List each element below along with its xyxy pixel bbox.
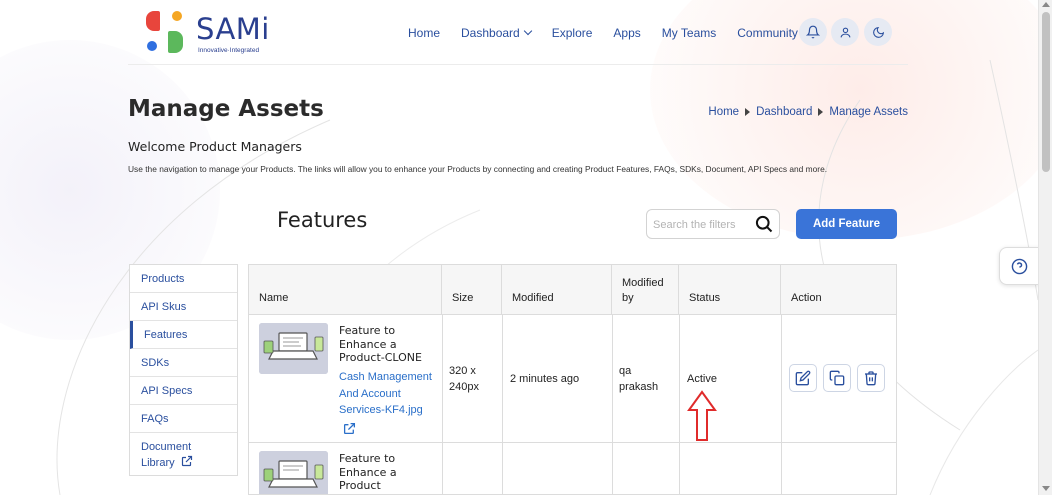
scroll-down-icon[interactable] — [1042, 486, 1050, 491]
nav-community-label: Community — [737, 25, 798, 40]
sidebar-item-label: FAQs — [141, 412, 169, 425]
external-link-icon — [181, 455, 192, 467]
user-icon — [840, 27, 850, 37]
page-title: Manage Assets — [128, 96, 324, 122]
feature-thumbnail — [259, 323, 328, 374]
feature-name: Feature to Enhance a Product — [339, 452, 397, 492]
nav-my-teams[interactable]: My Teams — [662, 26, 716, 40]
sidebar-item-products[interactable]: Products — [130, 265, 237, 293]
logo-orange-shape — [172, 11, 182, 21]
sidebar-item-label: Document Library — [141, 439, 211, 471]
feature-status: Active — [687, 373, 717, 385]
sidebar-item-label: API Specs — [141, 384, 193, 397]
scroll-thumb[interactable] — [1042, 12, 1050, 172]
nav-home[interactable]: Home — [408, 26, 440, 40]
nav-explore-label: Explore — [551, 25, 593, 40]
page: SAMi Innovative·Integrated Home Dashboar… — [0, 0, 1039, 495]
profile-button[interactable] — [831, 18, 859, 46]
main-nav: Home Dashboard Explore Apps My Teams Com… — [408, 0, 830, 65]
search-input[interactable] — [653, 216, 751, 233]
sidebar-item-api-specs[interactable]: API Specs — [130, 377, 237, 405]
delete-button[interactable] — [857, 364, 885, 392]
features-table: Name Size Modified Modified by Status Ac… — [248, 264, 897, 495]
nav-explore[interactable]: Explore — [552, 26, 593, 40]
external-link-icon[interactable] — [343, 422, 356, 435]
breadcrumb-dashboard[interactable]: Dashboard — [756, 106, 812, 118]
sami-logo[interactable]: SAMi Innovative·Integrated — [144, 9, 274, 57]
header-size: Size — [442, 265, 502, 315]
table-row: Feature to Enhance a Product-CLONE Cash … — [249, 315, 896, 443]
clone-button[interactable] — [823, 364, 851, 392]
feature-name: Feature to Enhance a Product-CLONE — [339, 324, 422, 364]
bell-icon — [806, 25, 820, 39]
nav-apps-label: Apps — [613, 25, 641, 40]
help-button[interactable] — [999, 247, 1039, 285]
sidebar-item-sdks[interactable]: SDKs — [130, 349, 237, 377]
breadcrumb-caret-icon — [818, 108, 824, 116]
copy-icon — [829, 370, 845, 386]
annotation-arrow-icon — [687, 390, 717, 441]
intro-text: Use the navigation to manage your Produc… — [128, 164, 828, 174]
top-header: SAMi Innovative·Integrated Home Dashboar… — [128, 0, 908, 65]
sidebar-item-faqs[interactable]: FAQs — [130, 405, 237, 433]
logo-blue-shape — [147, 41, 157, 51]
nav-dashboard-label: Dashboard — [461, 25, 520, 40]
theme-toggle-button[interactable] — [864, 18, 892, 46]
search-icon[interactable] — [754, 214, 774, 234]
feature-thumbnail — [259, 451, 328, 494]
sidebar-item-label: Products — [141, 272, 185, 285]
chevron-down-icon — [523, 26, 532, 36]
sidebar-item-api-skus[interactable]: API Skus — [130, 293, 237, 321]
feature-modified: 2 minutes ago — [510, 373, 580, 385]
edit-icon — [795, 370, 811, 386]
logo-red-shape — [146, 11, 160, 31]
feature-file-name: Cash Management And Account Services-KF4… — [339, 371, 432, 416]
logo-green-shape — [168, 31, 183, 53]
nav-apps[interactable]: Apps — [613, 26, 640, 40]
nav-my-teams-label: My Teams — [661, 25, 717, 40]
search-box — [646, 209, 780, 239]
header-modified-by: Modified by — [612, 265, 679, 315]
sidebar-item-label: Features — [144, 328, 188, 341]
edit-button[interactable] — [789, 364, 817, 392]
nav-home-label: Home — [408, 25, 441, 40]
sidebar-item-document-library[interactable]: Document Library — [130, 433, 237, 476]
features-title: Features — [277, 208, 368, 232]
scroll-up-icon[interactable] — [1042, 2, 1050, 7]
add-feature-button[interactable]: Add Feature — [796, 209, 897, 239]
brand-tagline: Innovative·Integrated — [198, 47, 260, 54]
header-name: Name — [249, 265, 442, 315]
table-header: Name Size Modified Modified by Status Ac… — [249, 265, 896, 315]
header-action: Action — [791, 292, 822, 304]
breadcrumb-caret-icon — [745, 108, 751, 116]
asset-sidebar: Products API Skus Features SDKs API Spec… — [129, 264, 238, 476]
page-scrollbar[interactable] — [1038, 0, 1052, 495]
feature-file-link[interactable]: Cash Management And Account Services-KF4… — [339, 369, 439, 440]
brand-name: SAMi — [196, 12, 270, 46]
breadcrumb: Home Dashboard Manage Assets — [708, 106, 908, 118]
moon-icon — [872, 26, 884, 38]
header-status: Status — [679, 265, 781, 315]
sidebar-item-label: API Skus — [141, 300, 187, 313]
laptop-illustration-icon — [259, 323, 328, 374]
sidebar-item-label: SDKs — [141, 356, 170, 369]
help-icon — [1011, 258, 1028, 274]
header-modified: Modified — [502, 265, 612, 315]
breadcrumb-manage-assets[interactable]: Manage Assets — [829, 106, 908, 118]
notifications-button[interactable] — [799, 18, 827, 46]
breadcrumb-home[interactable]: Home — [708, 106, 739, 118]
welcome-heading: Welcome Product Managers — [128, 139, 302, 154]
sidebar-item-features[interactable]: Features — [130, 321, 237, 349]
trash-icon — [865, 371, 877, 386]
nav-dashboard[interactable]: Dashboard — [461, 25, 532, 40]
feature-modified-by: qa prakash — [619, 365, 659, 393]
laptop-illustration-icon — [259, 451, 328, 494]
table-row: Feature to Enhance a Product — [249, 443, 896, 494]
feature-size: 320 x 240px — [449, 365, 479, 393]
